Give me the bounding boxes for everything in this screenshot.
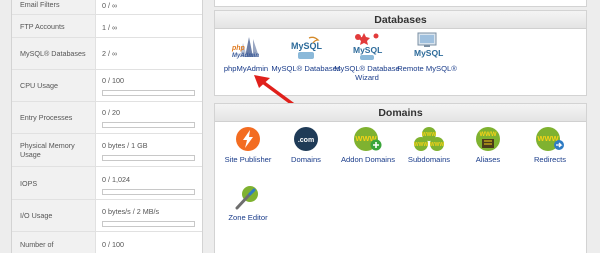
stat-row-entry-processes: Entry Processes 0 / 20 <box>12 102 202 134</box>
aliases-label: Aliases <box>475 155 501 164</box>
svg-text:php: php <box>231 45 246 52</box>
stat-label: IOPS <box>12 167 96 199</box>
stat-row-cpu-usage: CPU Usage 0 / 100 <box>12 70 202 102</box>
svg-text:MySQL: MySQL <box>414 48 443 58</box>
stat-value-cell: 0 / 1,024 <box>96 167 202 199</box>
stat-row-iops: IOPS 0 / 1,024 <box>12 167 202 200</box>
aliases-icon-badge: WWW <box>480 132 497 138</box>
domains-panel: Domains Site Publisher .com Domains WWW … <box>214 103 587 253</box>
stat-value: 1 / ∞ <box>102 23 118 32</box>
mysql-wizard-icon: MySQL <box>353 33 382 60</box>
svg-text:MyAdmin: MyAdmin <box>232 53 259 59</box>
usage-bar <box>102 189 195 195</box>
stat-row-io-usage: I/O Usage 0 bytes/s / 2 MB/s <box>12 200 202 232</box>
zone-editor-link[interactable]: Zone Editor <box>213 184 283 222</box>
subdomains-label: Subdomains <box>407 155 451 164</box>
stat-label: Number of <box>12 232 96 253</box>
redirects-label: Redirects <box>533 155 567 164</box>
svg-text:MySQL: MySQL <box>353 45 382 55</box>
remote-mysql-link[interactable]: MySQL Remote MySQL® <box>392 31 462 73</box>
previous-panel <box>214 0 587 7</box>
mysql-databases-icon: MySQL <box>291 36 323 59</box>
remote-mysql-label: Remote MySQL® <box>397 64 457 73</box>
mysql-database-wizard-label: MySQL® Database Wizard <box>334 64 400 82</box>
stat-value: 0 / 1,024 <box>102 175 130 184</box>
subdomains-icon: WWW WWW WWW <box>414 127 444 151</box>
stat-value: 0 / 100 <box>102 76 124 85</box>
remote-mysql-icon: MySQL <box>414 32 443 58</box>
stat-value-cell: 0 / 20 <box>96 102 202 133</box>
stats-panel: Email Filters 0 / ∞ FTP Accounts 1 / ∞ M… <box>11 0 203 253</box>
aliases-icon: WWW <box>476 127 500 151</box>
subdomains-icon-badge: WWW <box>422 132 436 138</box>
stat-value: 0 / ∞ <box>102 1 118 10</box>
phpmyadmin-icon: php MyAdmin <box>231 37 259 59</box>
usage-bar <box>102 155 195 161</box>
usage-bar <box>102 221 195 227</box>
stat-value: 0 / 20 <box>102 108 120 117</box>
usage-bar <box>102 90 195 96</box>
stat-row-number-of: Number of 0 / 100 <box>12 232 202 253</box>
stat-label: Email Filters <box>12 0 96 14</box>
aliases-link[interactable]: WWW Aliases <box>453 126 523 164</box>
stat-value-cell: 0 / 100 <box>96 70 202 101</box>
svg-text:WWW: WWW <box>414 142 428 148</box>
svg-text:MySQL: MySQL <box>291 41 323 51</box>
stat-label: Entry Processes <box>12 102 96 133</box>
domains-icon-badge: .com <box>298 137 314 144</box>
stat-value-cell: 0 bytes / 1 GB <box>96 134 202 166</box>
mysql-databases-link[interactable]: MySQL MySQL® Databases <box>271 35 341 73</box>
stat-label: I/O Usage <box>12 200 96 231</box>
redirects-link[interactable]: WWW Redirects <box>515 126 585 164</box>
stat-row-physical-memory: Physical Memory Usage 0 bytes / 1 GB <box>12 134 202 167</box>
svg-text:WWW: WWW <box>430 142 444 148</box>
stat-value-cell: 0 bytes/s / 2 MB/s <box>96 200 202 231</box>
stat-row-mysql-databases: MySQL® Databases 2 / ∞ <box>12 38 202 70</box>
stat-label: MySQL® Databases <box>12 38 96 69</box>
zone-editor-icon <box>235 186 258 210</box>
stat-label: CPU Usage <box>12 70 96 101</box>
domains-panel-header: Domains <box>215 104 586 122</box>
stat-label: FTP Accounts <box>12 15 96 37</box>
stat-label: Physical Memory Usage <box>12 134 96 166</box>
stat-value: 0 bytes / 1 GB <box>102 141 148 150</box>
addon-domains-label: Addon Domains <box>340 155 396 164</box>
domains-icon: .com <box>294 127 318 151</box>
domains-link[interactable]: .com Domains <box>271 126 341 164</box>
zone-editor-label: Zone Editor <box>228 213 268 222</box>
addon-domains-icon: WWW <box>354 127 382 151</box>
site-publisher-icon <box>236 127 260 151</box>
site-publisher-label: Site Publisher <box>224 155 272 164</box>
databases-panel-header: Databases <box>215 11 586 29</box>
stat-row-ftp-accounts: FTP Accounts 1 / ∞ <box>12 15 202 38</box>
stat-value: 0 / 100 <box>102 240 124 249</box>
usage-bar <box>102 122 195 128</box>
stat-row-email-filters: Email Filters 0 / ∞ <box>12 0 202 15</box>
addon-domains-link[interactable]: WWW Addon Domains <box>333 126 403 164</box>
redirects-icon: WWW <box>536 127 564 151</box>
domains-label: Domains <box>291 155 321 164</box>
stat-value: 2 / ∞ <box>102 49 118 58</box>
stat-value: 0 bytes/s / 2 MB/s <box>102 207 160 216</box>
